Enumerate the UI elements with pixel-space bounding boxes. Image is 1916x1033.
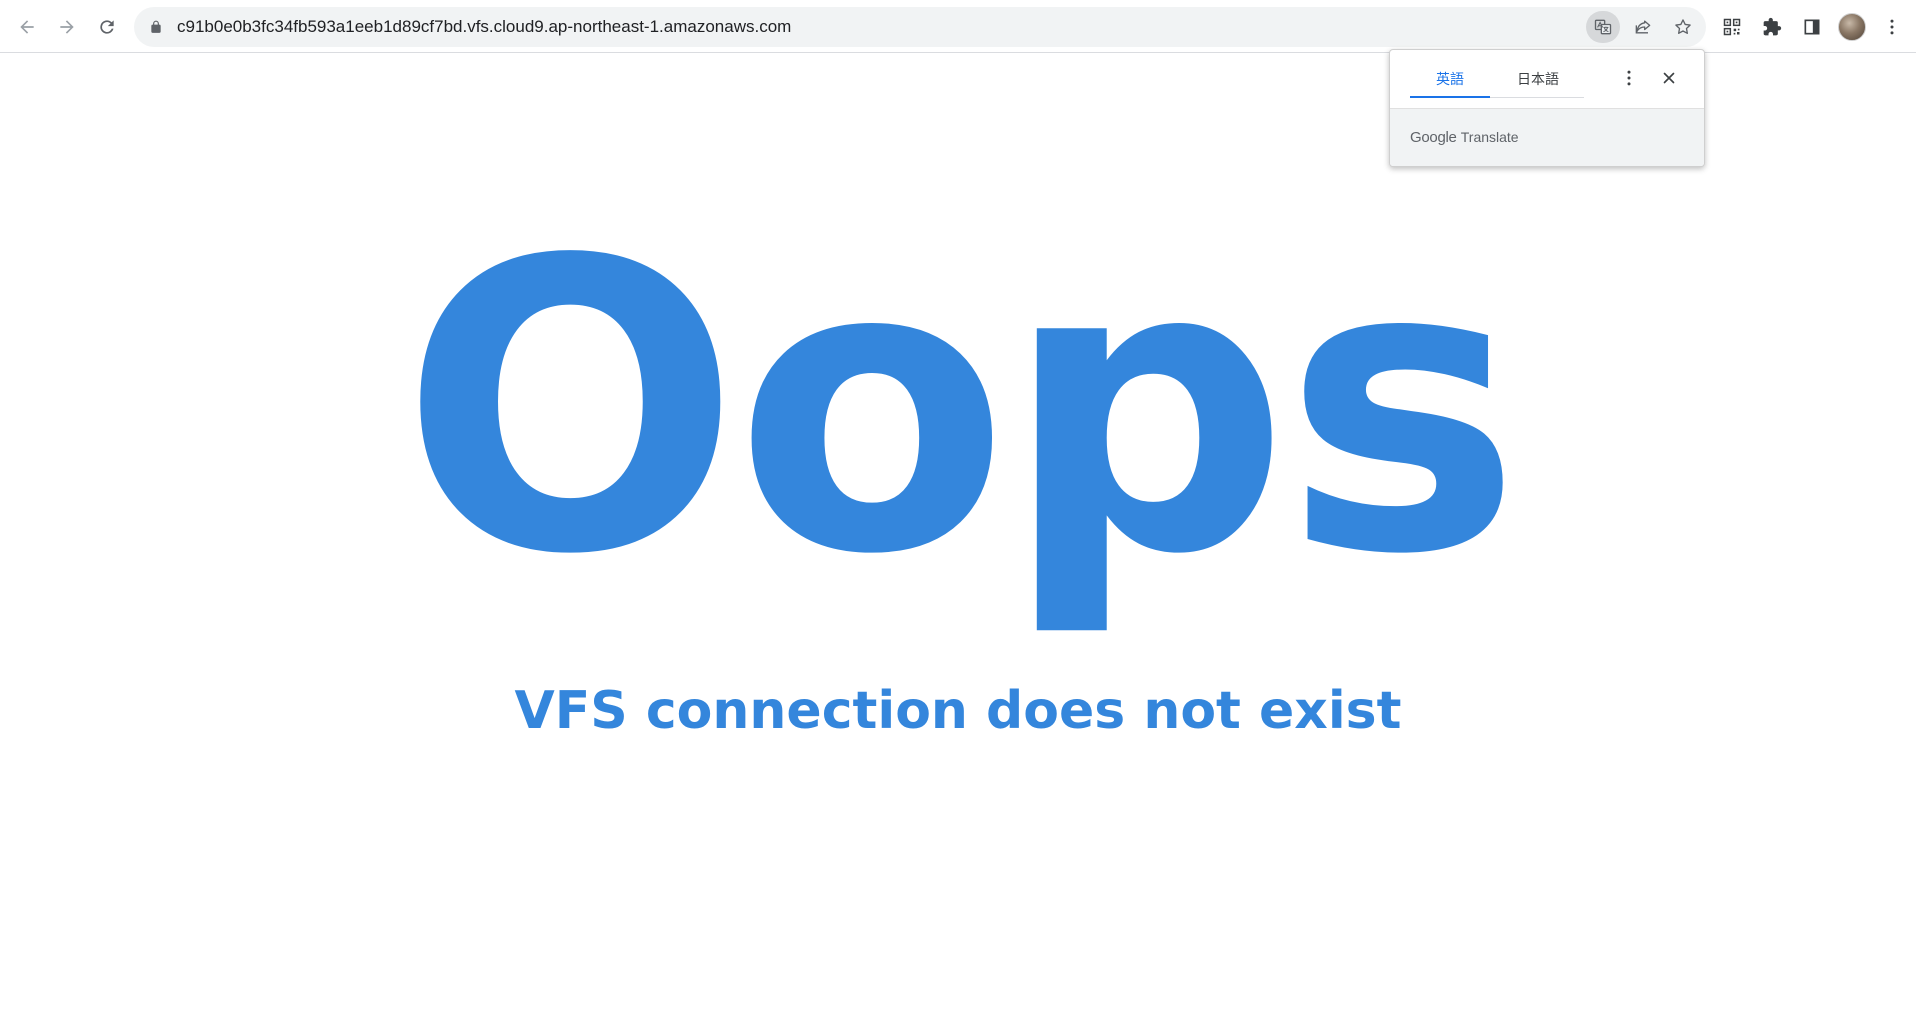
translate-label: Translate: [1460, 129, 1519, 145]
qr-code-icon: [1723, 18, 1741, 36]
chrome-menu-button[interactable]: [1876, 11, 1908, 43]
bookmark-button[interactable]: [1666, 11, 1700, 43]
forward-button[interactable]: [50, 10, 84, 44]
kebab-menu-icon: [1627, 70, 1631, 86]
profile-avatar[interactable]: [1838, 13, 1866, 41]
qr-code-button[interactable]: [1716, 11, 1748, 43]
forward-arrow-icon: [60, 20, 74, 34]
reload-icon: [100, 20, 114, 34]
address-bar[interactable]: c91b0e0b3fc34fb593a1eeb1d89cf7bd.vfs.clo…: [134, 7, 1706, 47]
translate-button[interactable]: [1586, 11, 1620, 43]
translate-language-tabs: 英語 日本語: [1410, 64, 1584, 98]
side-panel-icon: [1804, 19, 1820, 35]
translate-close-button[interactable]: [1655, 64, 1683, 92]
url-text[interactable]: c91b0e0b3fc34fb593a1eeb1d89cf7bd.vfs.clo…: [177, 17, 791, 37]
extensions-button[interactable]: [1756, 11, 1788, 43]
star-icon: [1675, 19, 1691, 34]
close-icon: [1663, 72, 1675, 84]
share-button[interactable]: [1626, 11, 1660, 43]
browser-toolbar: c91b0e0b3fc34fb593a1eeb1d89cf7bd.vfs.clo…: [0, 0, 1916, 53]
tab-source-language[interactable]: 英語: [1410, 64, 1490, 98]
translate-icon: [1594, 19, 1612, 35]
back-arrow-icon: [20, 20, 34, 34]
reload-button[interactable]: [90, 10, 124, 44]
google-logo-text: Google: [1410, 129, 1457, 146]
translate-options-button[interactable]: [1615, 64, 1643, 92]
tab-target-language[interactable]: 日本語: [1498, 64, 1578, 98]
translate-popup: 英語 日本語 Google Translate: [1389, 49, 1705, 167]
share-icon: [1635, 20, 1651, 34]
lock-icon[interactable]: [146, 17, 166, 37]
side-panel-button[interactable]: [1796, 11, 1828, 43]
google-translate-brand: Google Translate: [1410, 129, 1519, 146]
error-heading: Oops: [400, 177, 1521, 642]
puzzle-icon: [1763, 17, 1782, 36]
error-message: VFS connection does not exist: [514, 681, 1402, 741]
translate-footer: Google Translate: [1390, 108, 1704, 166]
kebab-menu-icon: [1890, 19, 1894, 35]
back-button[interactable]: [10, 10, 44, 44]
